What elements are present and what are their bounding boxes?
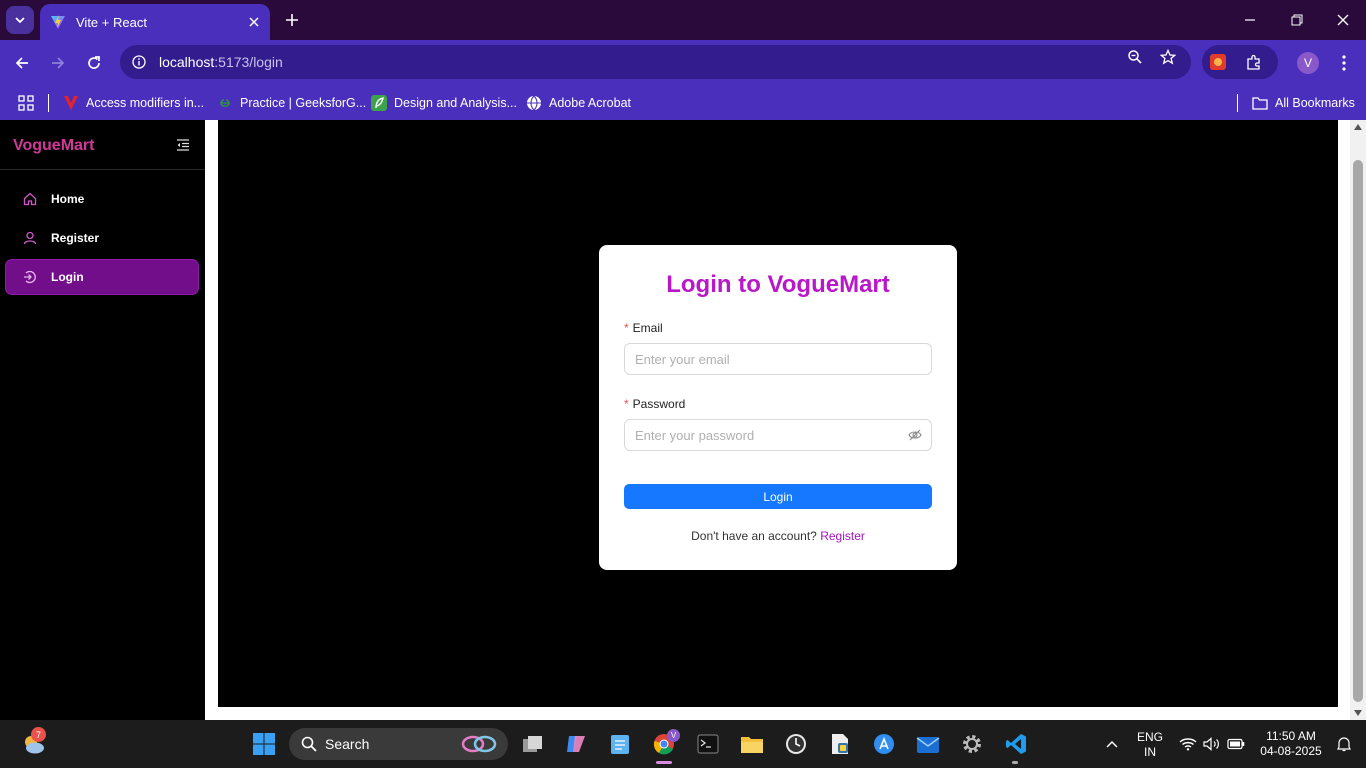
back-icon[interactable]: [10, 51, 34, 75]
tray-chevron-up-icon[interactable]: [1098, 730, 1126, 758]
notepad-icon[interactable]: [606, 730, 634, 758]
copilot-icon[interactable]: [562, 730, 590, 758]
clock-app-icon[interactable]: [782, 730, 810, 758]
terminal-icon[interactable]: [694, 730, 722, 758]
email-label: * Email: [624, 321, 663, 335]
password-input[interactable]: [624, 419, 932, 451]
forward-icon[interactable]: [46, 51, 70, 75]
close-window-icon[interactable]: [1331, 8, 1355, 32]
globe-icon: [526, 95, 542, 111]
extensions-puzzle-icon[interactable]: [1242, 50, 1266, 74]
zoom-icon[interactable]: [1123, 45, 1147, 69]
apps-grid-icon[interactable]: [18, 92, 34, 114]
settings-gear-icon[interactable]: [958, 730, 986, 758]
browser-menu-icon[interactable]: [1332, 51, 1356, 75]
browser-tab-active[interactable]: Vite + React: [40, 4, 270, 40]
bookmark-item[interactable]: Design and Analysis...: [371, 92, 517, 114]
tab-search-button[interactable]: [6, 6, 34, 34]
green-leaf-icon: [371, 95, 387, 111]
windows-start-icon[interactable]: [250, 730, 278, 758]
mail-icon[interactable]: [914, 730, 942, 758]
address-bar[interactable]: localhost:5173/login: [120, 45, 1191, 79]
password-label: * Password: [624, 397, 686, 411]
scroll-thumb[interactable]: [1353, 160, 1363, 702]
taskbar: 7 Search V ENG IN 11:50 AM 04-08-2025: [0, 720, 1366, 768]
system-clock[interactable]: 11:50 AM 04-08-2025: [1256, 729, 1326, 759]
tab-close-icon[interactable]: [244, 12, 264, 32]
main-content: Login to VogueMart *Email *Password Logi…: [218, 120, 1338, 707]
file-explorer-icon[interactable]: [738, 730, 766, 758]
minimize-icon[interactable]: [1238, 8, 1262, 32]
geeksforgeeks-icon: [217, 95, 233, 111]
sidebar: VogueMart Home Register Login: [0, 120, 205, 720]
site-info-icon[interactable]: [122, 55, 156, 69]
login-submit-button[interactable]: Login: [624, 484, 932, 509]
bookmarks-separator: [1237, 94, 1238, 112]
search-highlight-icon: [459, 734, 499, 757]
task-view-icon[interactable]: [519, 730, 547, 758]
page-scrollbar[interactable]: [1350, 120, 1366, 720]
menu-collapse-icon[interactable]: [174, 136, 192, 154]
scroll-up-arrow-icon[interactable]: [1354, 124, 1362, 130]
bookmark-red-v-icon: [63, 95, 79, 111]
vscode-icon[interactable]: [1002, 730, 1030, 758]
search-icon: [301, 736, 317, 752]
restore-icon[interactable]: [1285, 8, 1309, 32]
profile-avatar[interactable]: V: [1297, 52, 1319, 74]
bookmark-star-icon[interactable]: [1156, 45, 1180, 69]
reload-icon[interactable]: [82, 51, 106, 75]
battery-icon[interactable]: [1222, 730, 1250, 758]
app-store-icon[interactable]: [870, 730, 898, 758]
home-icon: [22, 191, 38, 207]
bookmark-item[interactable]: Practice | GeeksforG...: [217, 92, 366, 114]
sidebar-item-home[interactable]: Home: [6, 182, 198, 216]
taskbar-search-box[interactable]: Search: [289, 728, 508, 760]
chrome-profile-badge: V: [667, 729, 680, 742]
login-title: Login to VogueMart: [666, 271, 890, 298]
url-text: localhost:5173/login: [159, 54, 283, 70]
bookmarks-bar: Access modifiers in... Practice | Geeksf…: [0, 86, 1366, 120]
sidebar-item-login[interactable]: Login: [6, 260, 198, 294]
language-indicator[interactable]: ENG IN: [1134, 730, 1166, 760]
browser-toolbar: localhost:5173/login: [0, 40, 1366, 86]
new-tab-icon[interactable]: [280, 8, 304, 32]
chevron-down-icon: [15, 17, 25, 24]
eye-invisible-icon[interactable]: [907, 427, 923, 443]
user-icon: [22, 230, 38, 246]
page-viewport: VogueMart Home Register Login Login to V…: [0, 120, 1366, 720]
signup-prompt: Don't have an account? Register: [691, 529, 865, 543]
vite-logo-icon: [51, 15, 65, 29]
brand-logo[interactable]: VogueMart: [13, 137, 94, 155]
all-bookmarks-button[interactable]: All Bookmarks: [1252, 92, 1355, 114]
extension-app-icon[interactable]: [1206, 50, 1230, 74]
bookmark-item[interactable]: Access modifiers in...: [63, 92, 204, 114]
required-mark: *: [624, 397, 629, 411]
scroll-down-arrow-icon[interactable]: [1354, 710, 1362, 716]
sidebar-divider: [0, 169, 205, 170]
tab-title: Vite + React: [76, 14, 147, 30]
register-link[interactable]: Register: [820, 529, 865, 543]
folder-icon: [1252, 95, 1268, 111]
bookmarks-separator: [48, 94, 49, 112]
login-card: Login to VogueMart *Email *Password Logi…: [599, 245, 957, 570]
required-mark: *: [624, 321, 629, 335]
tab-strip: Vite + React: [0, 0, 1366, 40]
open-app-indicator: [1012, 761, 1018, 764]
bookmark-item[interactable]: Adobe Acrobat: [526, 92, 631, 114]
active-app-indicator: [656, 761, 672, 764]
sidebar-item-register[interactable]: Register: [6, 221, 198, 255]
weather-badge: 7: [31, 727, 46, 742]
python-file-icon[interactable]: [826, 730, 854, 758]
login-icon: [22, 269, 38, 285]
extensions-group: [1202, 45, 1278, 79]
notifications-icon[interactable]: [1330, 730, 1358, 758]
email-input[interactable]: [624, 343, 932, 375]
